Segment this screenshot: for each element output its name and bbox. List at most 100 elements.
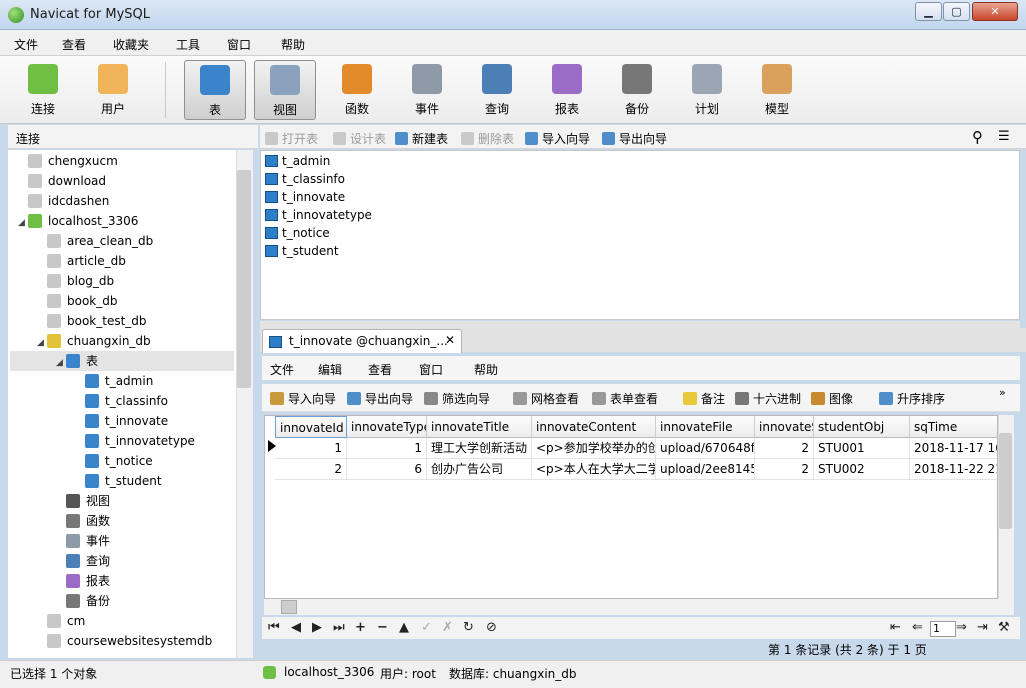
grid-horizontal-thumb[interactable]	[281, 600, 297, 614]
menu-help[interactable]: 帮助	[281, 36, 305, 53]
close-button[interactable]: ✕	[972, 2, 1018, 21]
grid-cell[interactable]: 2	[755, 459, 814, 480]
grid-horizontal-scrollbar[interactable]	[264, 599, 1014, 615]
grid-cell[interactable]: <p>参加学校举办的创	[532, 438, 656, 459]
edit-record-icon[interactable]: ▲	[399, 620, 409, 635]
toolbar-button-6[interactable]: 查询	[466, 60, 528, 120]
inner-tool-button-5[interactable]: 备注	[683, 390, 725, 407]
tree-item[interactable]: 查询	[56, 551, 110, 571]
table-list-item[interactable]: t_innovatetype	[265, 206, 372, 224]
grid-cell[interactable]: <p>本人在大学大二学	[532, 459, 656, 480]
toolbar-button-0[interactable]: 连接	[12, 60, 74, 120]
table-list-item[interactable]: t_notice	[265, 224, 330, 242]
expand-arrow-icon[interactable]: ◢	[37, 333, 47, 353]
grid-cell[interactable]: 创办广告公司	[427, 459, 532, 480]
column-header[interactable]: innovateContent	[532, 416, 656, 438]
tree-item[interactable]: t_notice	[75, 451, 153, 471]
tree-item[interactable]: t_student	[75, 471, 162, 491]
column-header[interactable]: innovateS	[755, 416, 814, 438]
discard-changes-icon[interactable]: ✗	[442, 620, 453, 635]
menu-file[interactable]: 文件	[14, 36, 38, 53]
tree-item[interactable]: chengxucm	[18, 151, 118, 171]
menu-tools[interactable]: 工具	[176, 36, 200, 53]
grid-cell[interactable]: STU002	[814, 459, 910, 480]
object-tool-button-1[interactable]: 设计表	[333, 130, 386, 147]
tree-item[interactable]: 备份	[56, 591, 110, 611]
inner-tool-button-2[interactable]: 筛选向导	[424, 390, 490, 407]
tree-item[interactable]: 函数	[56, 511, 110, 531]
tree-scrollbar-thumb[interactable]	[237, 170, 251, 388]
grid-cell[interactable]: 2	[755, 438, 814, 459]
column-header[interactable]: innovateType	[347, 416, 427, 438]
inner-menu-file[interactable]: 文件	[270, 361, 294, 378]
last-record-icon[interactable]: ⏭	[333, 620, 345, 635]
minimize-button[interactable]: ▁	[915, 2, 942, 21]
object-tool-button-0[interactable]: 打开表	[265, 130, 318, 147]
toolbar-button-4[interactable]: 函数	[326, 60, 388, 120]
tree-item[interactable]: blog_db	[37, 271, 114, 291]
grid-cell[interactable]: upload/670648fa	[656, 438, 755, 459]
tab-close-icon[interactable]: ✕	[445, 333, 455, 347]
grid-cell[interactable]: upload/2ee8145	[656, 459, 755, 480]
grid-cell[interactable]: 1	[347, 438, 427, 459]
inner-menu-view[interactable]: 查看	[368, 361, 392, 378]
tab-t-innovate[interactable]: t_innovate @chuangxin_... ✕	[262, 329, 462, 353]
refresh-icon[interactable]: ↻	[463, 620, 474, 635]
tree-item[interactable]: ◢ 表	[10, 351, 234, 371]
toolbar-button-10[interactable]: 模型	[746, 60, 808, 120]
column-header[interactable]: studentObj	[814, 416, 910, 438]
tree-item[interactable]: idcdashen	[18, 191, 109, 211]
maximize-button[interactable]: ▢	[943, 2, 970, 21]
tree-item[interactable]: ◢ localhost_3306	[18, 211, 138, 231]
tree-item[interactable]: area_clean_db	[37, 231, 153, 251]
toolbar-button-2[interactable]: 表	[184, 60, 246, 120]
inner-tool-button-0[interactable]: 导入向导	[270, 390, 336, 407]
table-list-item[interactable]: t_innovate	[265, 188, 345, 206]
grid-cell[interactable]: 理工大学创新活动	[427, 438, 532, 459]
delete-record-icon[interactable]: −	[377, 620, 388, 635]
pane-splitter[interactable]	[260, 321, 1020, 328]
grid-cell[interactable]: 2018-11-17 16	[910, 438, 997, 459]
next-page-icon[interactable]: ⇒	[956, 620, 967, 635]
menu-view[interactable]: 查看	[62, 36, 86, 53]
add-record-icon[interactable]: +	[355, 620, 366, 635]
expand-arrow-icon[interactable]: ◢	[18, 213, 28, 233]
view-mode-icon[interactable]: ☰	[998, 129, 1010, 144]
stop-icon[interactable]: ⊘	[486, 620, 497, 635]
toolbar-button-5[interactable]: 事件	[396, 60, 458, 120]
grid-vertical-thumb[interactable]	[999, 433, 1012, 529]
grid-cell[interactable]: 6	[347, 459, 427, 480]
tree-item[interactable]: t_innovate	[75, 411, 168, 431]
tree-item[interactable]: t_innovatetype	[75, 431, 195, 451]
table-list-item[interactable]: t_student	[265, 242, 339, 260]
toolbar-button-3[interactable]: 视图	[254, 60, 316, 120]
table-list-item[interactable]: t_admin	[265, 152, 330, 170]
tree-item[interactable]: download	[18, 171, 106, 191]
tree-item[interactable]: 事件	[56, 531, 110, 551]
first-page-icon[interactable]: ⇤	[890, 620, 901, 635]
inner-tool-button-1[interactable]: 导出向导	[347, 390, 413, 407]
prev-record-icon[interactable]: ◀	[291, 620, 301, 635]
tree-item[interactable]: t_classinfo	[75, 391, 168, 411]
object-tool-button-4[interactable]: 导入向导	[525, 130, 590, 147]
column-header[interactable]: innovateFile	[656, 416, 755, 438]
table-list-item[interactable]: t_classinfo	[265, 170, 345, 188]
apply-changes-icon[interactable]: ✓	[421, 620, 432, 635]
inner-tool-button-6[interactable]: 十六进制	[735, 390, 801, 407]
settings-tool-icon[interactable]: ⚒	[998, 620, 1010, 635]
inner-tool-button-4[interactable]: 表单查看	[592, 390, 658, 407]
tree-item[interactable]: book_db	[37, 291, 117, 311]
column-header[interactable]: innovateTitle	[427, 416, 532, 438]
tree-item[interactable]: ◢ chuangxin_db	[37, 331, 151, 351]
grid-cell[interactable]: STU001	[814, 438, 910, 459]
grid-cell[interactable]: 2	[275, 459, 347, 480]
toolbar-button-7[interactable]: 报表	[536, 60, 598, 120]
toolbar-button-1[interactable]: 用户	[82, 60, 144, 120]
object-tool-button-5[interactable]: 导出向导	[602, 130, 667, 147]
tree-item[interactable]: article_db	[37, 251, 126, 271]
tree-item[interactable]: 视图	[56, 491, 110, 511]
inner-tool-button-7[interactable]: 图像	[811, 390, 853, 407]
column-header[interactable]: sqTime	[910, 416, 997, 438]
object-tool-button-2[interactable]: 新建表	[395, 130, 448, 147]
tree-item[interactable]: 报表	[56, 571, 110, 591]
